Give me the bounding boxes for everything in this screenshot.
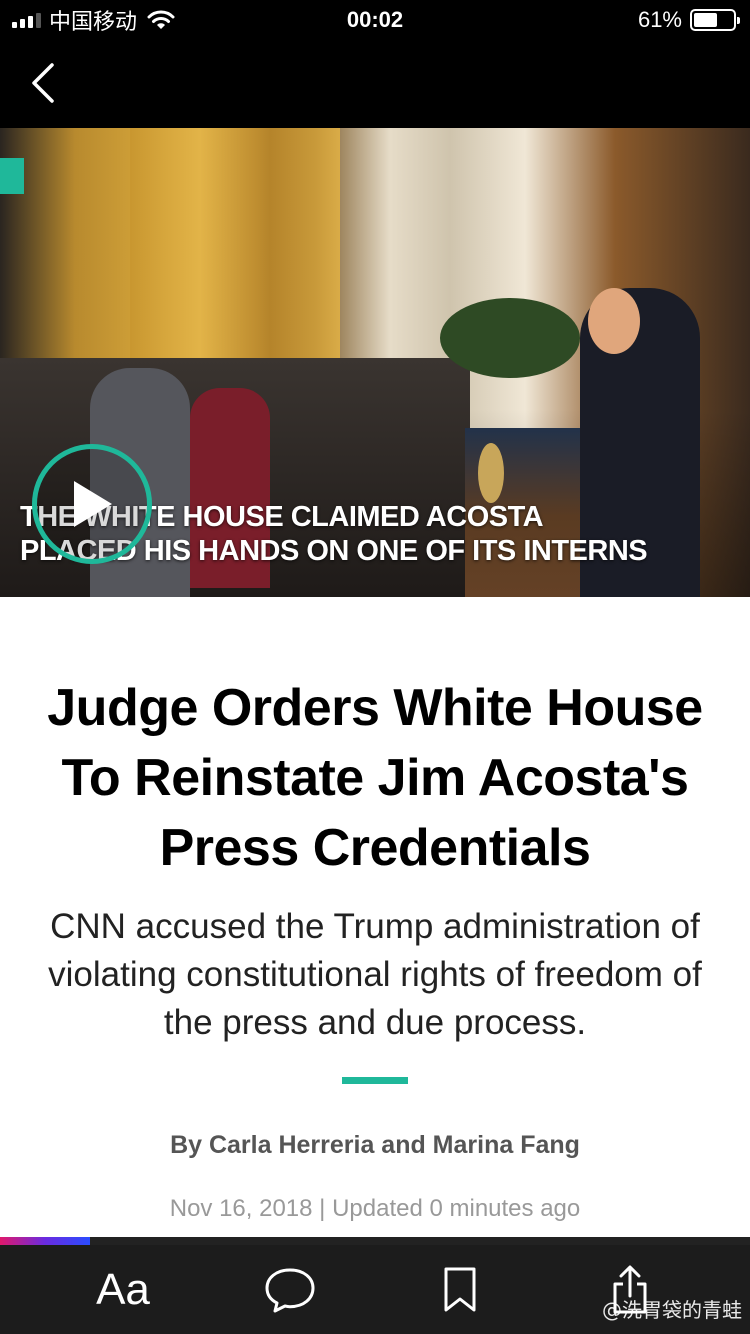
scene-plant bbox=[440, 298, 580, 378]
play-button[interactable] bbox=[32, 444, 152, 564]
nav-bar bbox=[0, 40, 750, 128]
comment-button[interactable] bbox=[250, 1245, 330, 1334]
bookmark-button[interactable] bbox=[420, 1245, 500, 1334]
battery-icon bbox=[690, 9, 740, 31]
scene-seal bbox=[478, 443, 504, 503]
watermark: @洗胃袋的青蛙 bbox=[602, 1298, 742, 1322]
status-right: 61% bbox=[637, 6, 740, 34]
accent-divider bbox=[342, 1077, 408, 1084]
status-bar: 中国移动 00:02 61% bbox=[0, 0, 750, 40]
article: Judge Orders White House To Reinstate Ji… bbox=[0, 597, 750, 1237]
scene-speaker-head bbox=[588, 288, 640, 354]
video-brand-tab bbox=[0, 158, 24, 194]
article-dek: CNN accused the Trump administration of … bbox=[48, 907, 702, 1042]
chevron-left-icon bbox=[32, 63, 54, 103]
article-headline: Judge Orders White House To Reinstate Ji… bbox=[47, 679, 703, 877]
bookmark-icon bbox=[444, 1267, 476, 1311]
reading-progress-bar bbox=[0, 1237, 750, 1245]
scene-curtain-left bbox=[130, 128, 340, 388]
back-button[interactable] bbox=[18, 58, 68, 108]
reading-progress-fill bbox=[0, 1237, 90, 1245]
play-icon bbox=[74, 481, 112, 527]
article-timestamp: Nov 16, 2018 | Updated 0 minutes ago bbox=[169, 1195, 581, 1222]
battery-level bbox=[694, 13, 718, 27]
text-size-button[interactable]: Aa bbox=[78, 1245, 168, 1334]
comment-bubble-icon bbox=[265, 1268, 315, 1312]
article-byline[interactable]: By Carla Herreria and Marina Fang bbox=[0, 1131, 750, 1160]
battery-percent: 61% bbox=[637, 7, 682, 32]
